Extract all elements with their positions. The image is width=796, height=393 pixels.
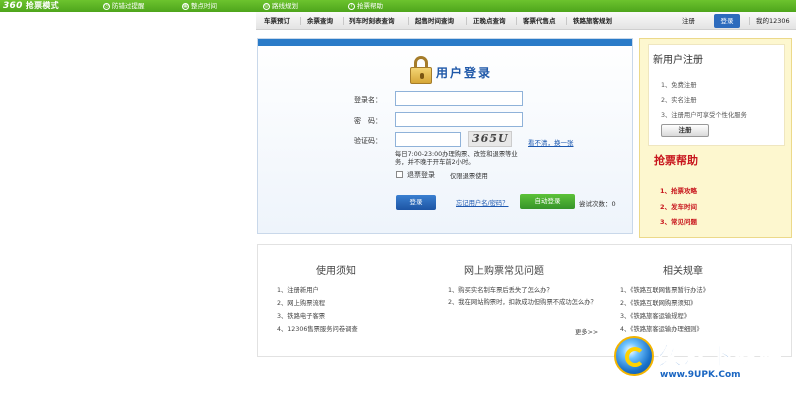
captcha-image[interactable]: 365U <box>468 131 512 147</box>
register-button[interactable]: 注册 <box>661 124 709 137</box>
nav-timetable[interactable]: 列车时刻表查询 <box>349 12 395 30</box>
nav-remaining-tickets[interactable]: 余票查询 <box>307 12 333 30</box>
rules-link[interactable]: 3、《铁路旅客运输规程》 <box>620 313 690 321</box>
watermark-url: www.9UPK.Com <box>660 370 741 380</box>
lock-icon <box>410 56 432 84</box>
nav-divider <box>343 17 344 25</box>
help-link-strategy[interactable]: 1、抢票攻略 <box>660 185 697 195</box>
faq-link[interactable]: 1、购买实名制车票后丢失了怎么办？ <box>448 287 608 295</box>
forgot-password-link[interactable]: 忘记用户名/密码？ <box>456 198 509 207</box>
refund-login-checkbox[interactable] <box>396 171 403 178</box>
watermark-name: 久友下载站 <box>658 342 783 371</box>
notice-link[interactable]: 1、注册新用户 <box>277 287 319 295</box>
refund-note: 仅限退票使用 <box>450 173 488 180</box>
register-title: 新用户注册 <box>653 55 703 66</box>
extension-logo: 360 抢票模式 <box>3 1 59 11</box>
help-title: 抢票帮助 <box>654 154 698 167</box>
register-step: 2、实名注册 <box>661 97 697 104</box>
site-watermark: 久友下载站 www.9UPK.Com <box>612 332 792 390</box>
captcha-label: 验证码： <box>354 137 382 145</box>
login-button[interactable]: 登录 <box>396 195 436 210</box>
service-hours-hint: 每日7:00-23:00办理购票、改签和退票等业务，并不晚于开车前2小时。 <box>395 151 518 166</box>
username-label: 登录名： <box>354 96 382 104</box>
faq-link[interactable]: 2、我在网站购票时，扣款成功但购票不成功怎么办？ <box>448 299 600 307</box>
watermark-logo-icon <box>614 336 654 376</box>
tries-count: 尝试次数：0 <box>579 200 616 208</box>
route-icon: ◎ <box>263 2 270 10</box>
captcha-input[interactable] <box>395 132 461 147</box>
route-plan-button[interactable]: ◎ 路线规划 <box>263 0 298 12</box>
reminder-button[interactable]: ◷ 防错过提醒 <box>103 0 145 12</box>
password-input[interactable] <box>395 112 523 127</box>
nav-divider <box>566 17 567 25</box>
panel-header-bar <box>258 39 632 46</box>
faq-title: 网上购票常见问题 <box>464 266 544 277</box>
clock-icon: ◷ <box>103 2 110 10</box>
nav-my-account[interactable]: 我的12306 <box>756 12 790 30</box>
refresh-captcha-link[interactable]: 看不清，换一张 <box>528 137 574 147</box>
login-title: 用户登录 <box>436 66 493 80</box>
nav-travel-plan[interactable]: 铁路旅客规划 <box>573 12 612 30</box>
rules-link[interactable]: 1、《铁路互联网售票暂行办法》 <box>620 287 709 295</box>
hourly-time-button[interactable]: ▦ 整点时间 <box>182 0 217 12</box>
calendar-icon: ▦ <box>182 2 189 10</box>
nav-delay-query[interactable]: 正晚点查询 <box>473 12 506 30</box>
help-icon: ? <box>348 2 355 10</box>
main-nav: 车票预订 余票查询 列车时刻表查询 起售时间查询 正晚点查询 客票代售点 铁路旅… <box>256 12 796 30</box>
nav-divider <box>408 17 409 25</box>
help-link-departure-time[interactable]: 2、发车时间 <box>660 201 697 211</box>
nav-divider <box>749 17 750 25</box>
nav-ticket-booking[interactable]: 车票预订 <box>264 12 290 30</box>
extension-toolbar: 360 抢票模式 ◷ 防错过提醒 ▦ 整点时间 ◎ 路线规划 ? 抢票帮助 <box>0 0 796 12</box>
nav-divider <box>516 17 517 25</box>
help-link-faq[interactable]: 3、常见问题 <box>660 216 697 226</box>
register-step: 1、免费注册 <box>661 82 697 89</box>
notice-link[interactable]: 2、网上购票流程 <box>277 300 325 308</box>
register-step: 3、注册用户可享受个性化服务 <box>661 112 747 119</box>
rules-link[interactable]: 2、《铁路互联网购票须知》 <box>620 300 696 308</box>
rules-title: 相关规章 <box>663 266 703 277</box>
ticket-help-button[interactable]: ? 抢票帮助 <box>348 0 383 12</box>
nav-divider <box>300 17 301 25</box>
username-input[interactable] <box>395 91 523 106</box>
nav-sale-time[interactable]: 起售时间查询 <box>415 12 454 30</box>
notice-link[interactable]: 3、铁路电子客票 <box>277 313 325 321</box>
auto-login-button[interactable]: 自动登录 <box>520 194 575 209</box>
notice-link[interactable]: 4、12306售票服务问卷调查 <box>277 326 358 334</box>
notice-title: 使用须知 <box>316 266 356 277</box>
nav-register[interactable]: 注册 <box>682 12 695 30</box>
nav-agency[interactable]: 客票代售点 <box>523 12 556 30</box>
refund-login-label: 退票登录 <box>407 171 435 179</box>
password-label: 密 码： <box>354 117 382 125</box>
nav-login-button[interactable]: 登录 <box>714 14 740 28</box>
faq-more-link[interactable]: 更多>> <box>575 327 598 336</box>
nav-divider <box>466 17 467 25</box>
